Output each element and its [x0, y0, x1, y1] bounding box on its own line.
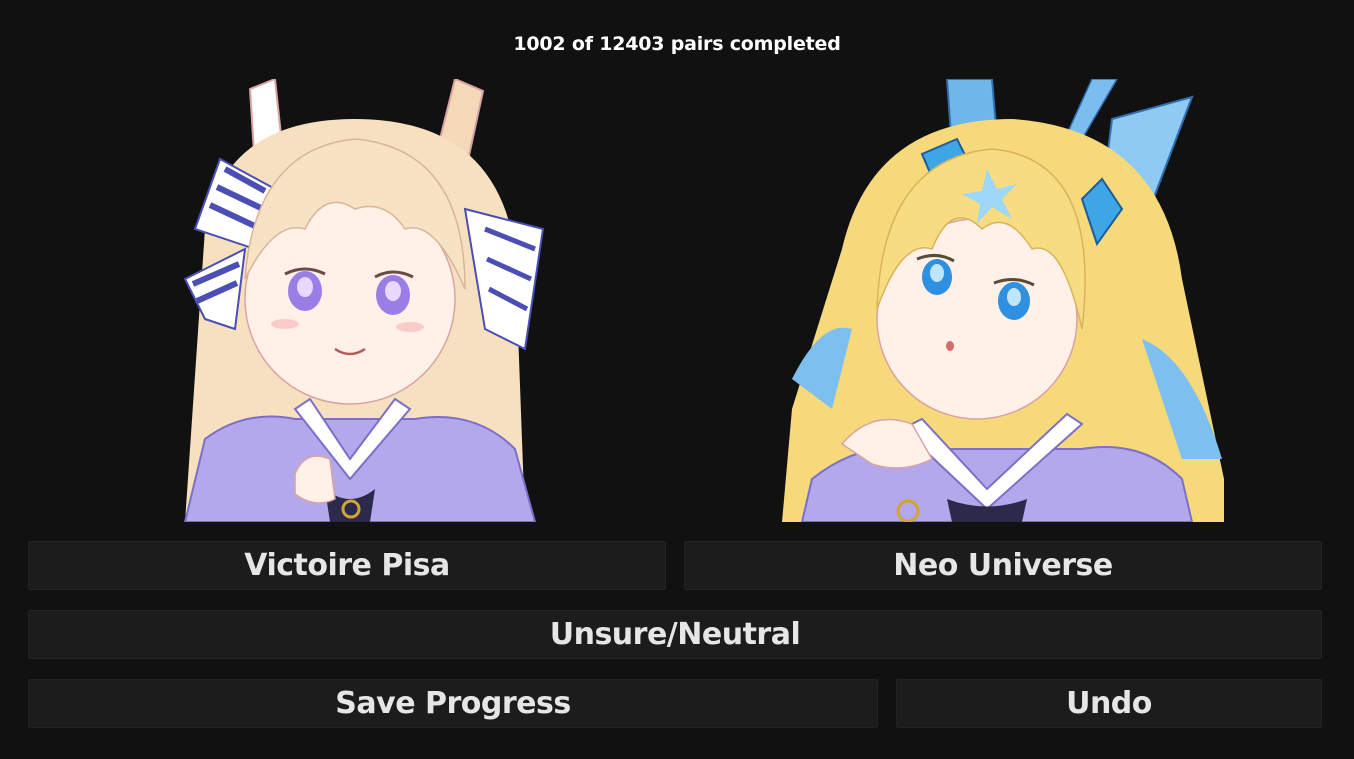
choose-left-button[interactable]: Victoire Pisa: [28, 541, 666, 590]
right-character-image[interactable]: [782, 79, 1224, 522]
progress-counter: 1002 of 12403 pairs completed: [513, 33, 841, 55]
left-character-image[interactable]: [165, 79, 545, 522]
neutral-button[interactable]: Unsure/Neutral: [28, 610, 1322, 659]
undo-button[interactable]: Undo: [896, 679, 1322, 728]
save-progress-button[interactable]: Save Progress: [28, 679, 878, 728]
choose-right-button[interactable]: Neo Universe: [684, 541, 1322, 590]
